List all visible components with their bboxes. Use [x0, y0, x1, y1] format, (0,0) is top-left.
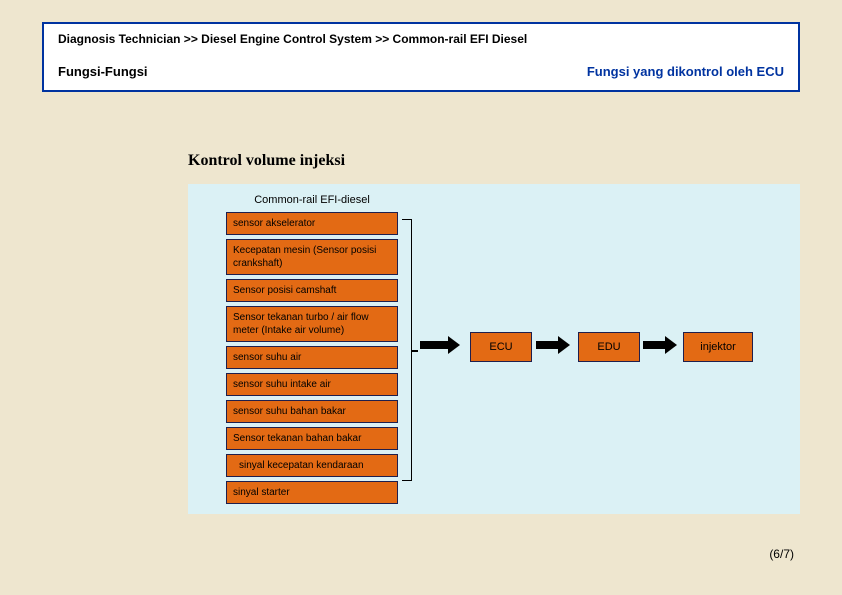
injector-box: injektor [683, 332, 753, 362]
sensor-box: Sensor tekanan turbo / air flow meter (I… [226, 306, 398, 342]
sensor-column: Common-rail EFI-diesel sensor akselerato… [226, 194, 398, 508]
sensor-box: sinyal kecepatan kendaraan [226, 454, 398, 477]
sensor-box: sensor suhu air [226, 346, 398, 369]
sensor-box: sensor akselerator [226, 212, 398, 235]
diagram-panel: Common-rail EFI-diesel sensor akselerato… [188, 184, 800, 514]
header-left-title: Fungsi-Fungsi [58, 64, 148, 79]
page-number: (6/7) [769, 547, 794, 561]
sensor-box: Kecepatan mesin (Sensor posisi crankshaf… [226, 239, 398, 275]
page-header: Diagnosis Technician >> Diesel Engine Co… [42, 22, 800, 92]
edu-box: EDU [578, 332, 640, 362]
sensor-box: sensor suhu intake air [226, 373, 398, 396]
section-heading: Kontrol volume injeksi [188, 152, 345, 170]
sensor-box: Sensor posisi camshaft [226, 279, 398, 302]
arrow-icon [420, 341, 450, 349]
sensor-box: sinyal starter [226, 481, 398, 504]
bracket-connector [402, 219, 412, 481]
sensor-box: sensor suhu bahan bakar [226, 400, 398, 423]
diagram-subheading: Common-rail EFI-diesel [226, 194, 398, 206]
arrow-icon [643, 341, 667, 349]
sensor-box: Sensor tekanan bahan bakar [226, 427, 398, 450]
breadcrumb: Diagnosis Technician >> Diesel Engine Co… [58, 32, 784, 46]
header-right-title: Fungsi yang dikontrol oleh ECU [587, 64, 784, 79]
arrow-icon [536, 341, 560, 349]
ecu-box: ECU [470, 332, 532, 362]
